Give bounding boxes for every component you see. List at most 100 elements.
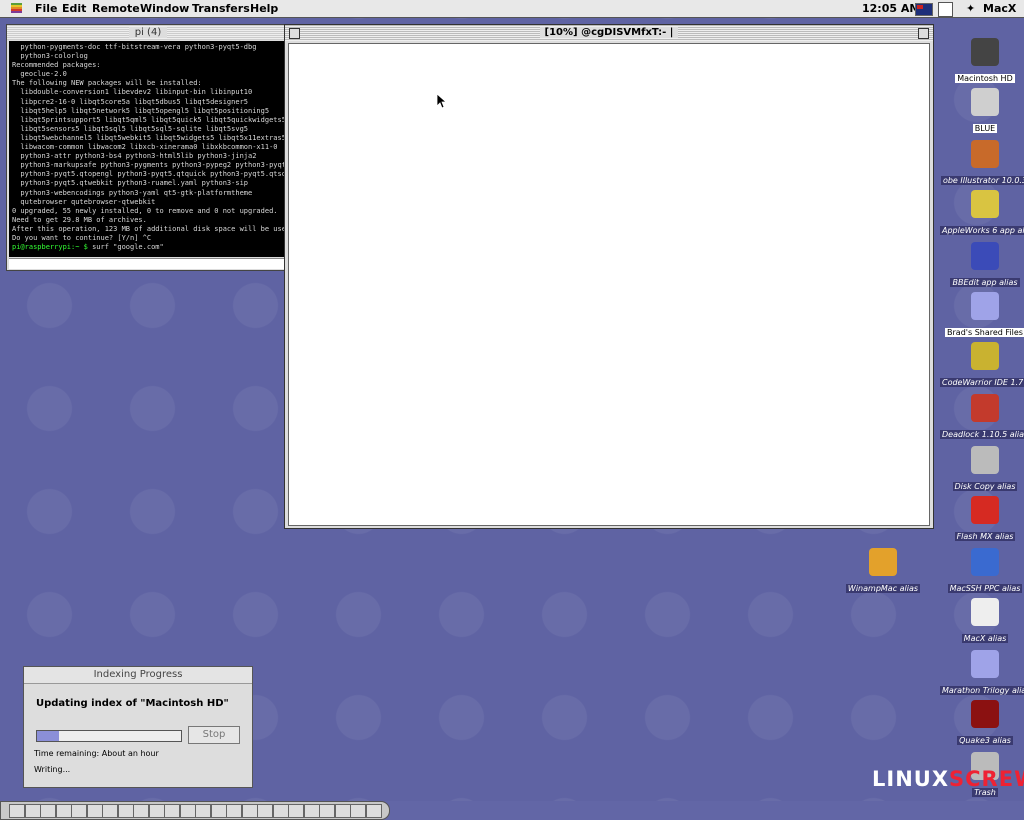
macx-alias-icon (971, 598, 999, 626)
control-strip-module-icon[interactable] (288, 804, 304, 818)
browser-title: [10%] @cgDISVMfxT:- | (539, 27, 679, 38)
macssh-ppc-alias-icon (971, 548, 999, 576)
control-strip-module-icon[interactable] (195, 804, 211, 818)
watermark-part2: SCREW (949, 767, 1024, 791)
menu-clock[interactable]: 12:05 AM (862, 2, 920, 15)
indexing-dialog-title: Indexing Progress (24, 667, 252, 684)
control-strip-module-icon[interactable] (71, 804, 87, 818)
bbedit-app-alias-icon (971, 242, 999, 270)
desktop-icon[interactable]: Deadlock 1.10.5 alias (940, 394, 1024, 441)
obe-illustrator-10-0-3-icon (971, 140, 999, 168)
control-strip-module-icon[interactable] (241, 804, 258, 818)
terminal-title: pi (4) (128, 27, 168, 38)
terminal-prompt: pi@raspberrypi:~ $ (12, 243, 88, 252)
control-strip-module-icon[interactable] (210, 804, 227, 818)
terminal-screen[interactable]: python-pygments-doc ttf-bitstream-vera p… (9, 41, 287, 257)
control-strip-module-icon[interactable] (334, 804, 351, 818)
progress-fill (37, 731, 59, 741)
keyboard-layout-flag-icon[interactable] (915, 3, 933, 16)
quake3-alias-icon (971, 700, 999, 728)
control-strip-module-icon[interactable] (350, 804, 366, 818)
terminal-window[interactable]: pi (4) python-pygments-doc ttf-bitstream… (6, 24, 290, 271)
desktop-icon[interactable]: BBEdit app alias (940, 242, 1024, 289)
indexing-status: Writing... (34, 765, 71, 774)
desktop-icon[interactable]: Brad's Shared Files (940, 292, 1024, 339)
menu-transfers[interactable]: Transfers (192, 2, 250, 15)
macintosh-hd-icon (971, 38, 999, 66)
brad-s-shared-files-icon (971, 292, 999, 320)
desktop-icon[interactable]: AppleWorks 6 app alias (940, 190, 1024, 237)
desktop-icon-label: AppleWorks 6 app alias (940, 226, 1024, 235)
codewarrior-ide-1-7-alias-icon (971, 342, 999, 370)
desktop-icon-label: Quake3 alias (957, 736, 1013, 745)
browser-title-bar[interactable]: [10%] @cgDISVMfxT:- | (285, 25, 933, 41)
desktop-icon-label: BLUE (972, 124, 998, 133)
control-strip-module-icon[interactable] (117, 804, 134, 818)
time-remaining: Time remaining: About an hour (34, 749, 159, 758)
control-strip-module-icon[interactable] (319, 804, 335, 818)
terminal-output: python-pygments-doc ttf-bitstream-vera p… (12, 43, 287, 252)
desktop-icon[interactable]: WinampMac alias (838, 548, 928, 595)
browser-window[interactable]: [10%] @cgDISVMfxT:- | (284, 24, 934, 529)
control-strip-module-icon[interactable] (164, 804, 180, 818)
control-strip-module-icon[interactable] (226, 804, 242, 818)
desktop-icon[interactable]: Disk Copy alias (940, 446, 1024, 493)
desktop-icon-label: CodeWarrior IDE 1.7 alias (940, 378, 1024, 387)
indexing-message: Updating index of "Macintosh HD" (36, 698, 229, 709)
control-strip-module-icon[interactable] (40, 804, 56, 818)
desktop-icon-label: MacSSH PPC alias (947, 584, 1023, 593)
control-strip-module-icon[interactable] (86, 804, 103, 818)
stop-button[interactable]: Stop (188, 726, 240, 744)
mouse-pointer-icon (436, 93, 448, 109)
desktop-icon-label: WinampMac alias (845, 584, 921, 593)
control-strip-module-icon[interactable] (257, 804, 273, 818)
desktop-icon[interactable]: obe Illustrator 10.0.3 (940, 140, 1024, 187)
terminal-title-bar[interactable]: pi (4) (7, 25, 289, 40)
application-menu[interactable]: MacX (983, 2, 1016, 15)
desktop-icon-label: Deadlock 1.10.5 alias (940, 430, 1024, 439)
desktop-icon-label: Brad's Shared Files (945, 328, 1024, 337)
apple-menu-icon[interactable] (10, 1, 23, 15)
control-strip-module-icon[interactable] (179, 804, 196, 818)
terminal-command: surf "google.com" (87, 243, 164, 252)
desktop-icon-label: Marathon Trilogy alias (940, 686, 1024, 695)
desktop-icon-label: BBEdit app alias (950, 278, 1020, 287)
application-menu-icon[interactable]: ✦ (966, 2, 979, 15)
blue-icon (971, 88, 999, 116)
menu-edit[interactable]: Edit (62, 2, 86, 15)
close-box-icon[interactable] (289, 28, 300, 39)
control-strip-module-icon[interactable] (365, 804, 382, 818)
desktop-icon[interactable]: MacX alias (940, 598, 1024, 645)
control-strip-module-icon[interactable] (55, 804, 72, 818)
desktop-icon[interactable]: MacSSH PPC alias (940, 548, 1024, 595)
desktop-icon-label: Disk Copy alias (952, 482, 1018, 491)
desktop-icon[interactable]: Flash MX alias (940, 496, 1024, 543)
desktop-icon[interactable]: CodeWarrior IDE 1.7 alias (940, 342, 1024, 389)
desktop-icon[interactable]: Marathon Trilogy alias (940, 650, 1024, 697)
control-strip-module-icon[interactable] (24, 804, 41, 818)
menu-window[interactable]: Window (140, 2, 189, 15)
zoom-box-icon[interactable] (918, 28, 929, 39)
indexing-progress-dialog[interactable]: Indexing Progress Updating index of "Mac… (23, 666, 253, 788)
menu-help[interactable]: Help (250, 2, 278, 15)
desktop-icon-label: Flash MX alias (954, 532, 1016, 541)
control-strip-module-icon[interactable] (148, 804, 165, 818)
balloon-help-icon[interactable] (938, 2, 953, 17)
menu-file[interactable]: File (35, 2, 58, 15)
control-strip[interactable] (0, 801, 390, 820)
menu-remote[interactable]: Remote (92, 2, 140, 15)
control-strip-module-icon[interactable] (9, 804, 25, 818)
control-strip-module-icon[interactable] (133, 804, 149, 818)
desktop-icon[interactable]: Macintosh HD (940, 38, 1024, 85)
flash-mx-alias-icon (971, 496, 999, 524)
desktop-icon[interactable]: Quake3 alias (940, 700, 1024, 747)
browser-content[interactable] (288, 43, 930, 526)
control-strip-module-icon[interactable] (272, 804, 289, 818)
appleworks-6-app-alias-icon (971, 190, 999, 218)
desktop-icon[interactable]: BLUE (940, 88, 1024, 135)
control-strip-module-icon[interactable] (102, 804, 118, 818)
terminal-scrollbar[interactable] (9, 258, 287, 269)
indexing-progress-bar (36, 730, 182, 742)
control-strip-module-icon[interactable] (303, 804, 320, 818)
winampmac-alias-icon (869, 548, 897, 576)
